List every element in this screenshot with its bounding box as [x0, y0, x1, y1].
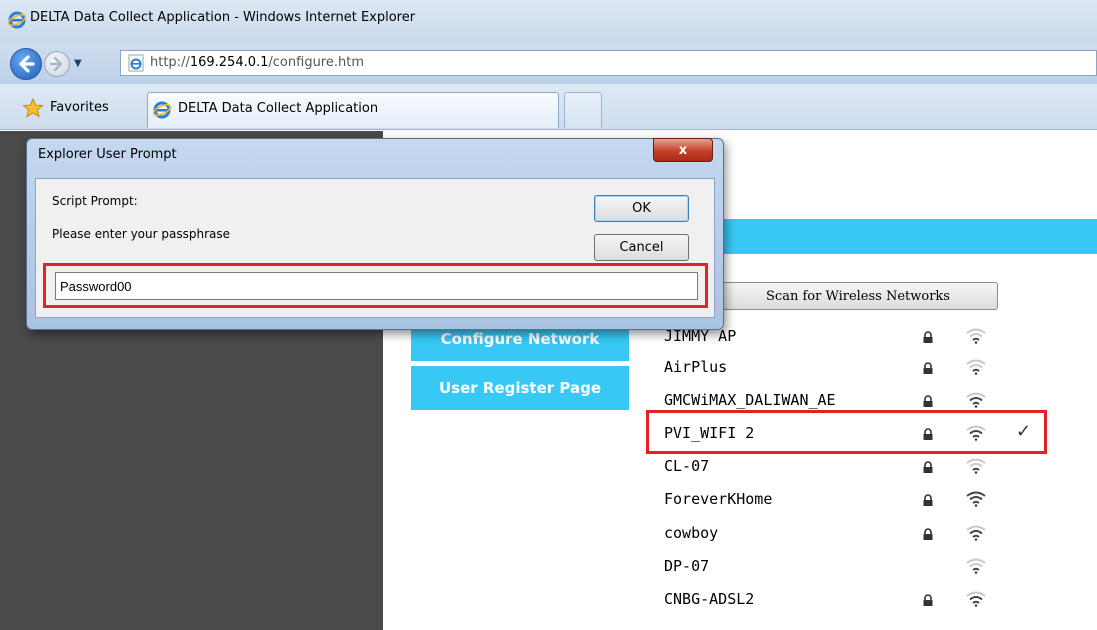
network-name[interactable]: CNBG-ADSL2	[664, 590, 754, 608]
forward-button[interactable]	[44, 51, 70, 77]
scan-wireless-networks-button[interactable]: Scan for Wireless Networks	[718, 282, 998, 310]
tab-ie-icon	[153, 101, 171, 119]
network-name[interactable]: CL-07	[664, 457, 709, 475]
wifi-signal-icon	[966, 458, 986, 474]
wifi-signal-icon	[966, 525, 986, 541]
dialog-title: Explorer User Prompt	[38, 147, 177, 162]
url-prefix: http://	[150, 55, 190, 70]
lock-icon	[923, 594, 933, 606]
url-text[interactable]: http://169.254.0.1/configure.htm	[150, 55, 364, 70]
back-arrow-icon	[19, 55, 35, 73]
lock-icon	[923, 528, 933, 540]
lock-icon	[923, 331, 933, 343]
network-name[interactable]: ForeverKHome	[664, 490, 772, 508]
network-name[interactable]: AirPlus	[664, 358, 727, 376]
wifi-signal-icon	[966, 491, 986, 507]
favorites-button[interactable]: Favorites	[50, 100, 109, 115]
lock-icon	[923, 395, 933, 407]
lock-icon	[923, 461, 933, 473]
history-dropdown-icon[interactable]: ▼	[74, 58, 82, 69]
dialog-heading: Script Prompt:	[52, 194, 138, 208]
dialog-close-button[interactable]: x	[653, 138, 713, 162]
window-title: DELTA Data Collect Application - Windows…	[30, 10, 416, 25]
page-icon	[128, 54, 144, 72]
tab-label: DELTA Data Collect Application	[178, 101, 379, 116]
wifi-signal-icon	[966, 591, 986, 607]
network-name[interactable]: cowboy	[664, 524, 718, 542]
ok-button[interactable]: OK	[594, 195, 689, 222]
back-button[interactable]	[10, 48, 42, 80]
wifi-signal-icon	[966, 359, 986, 375]
cancel-button[interactable]: Cancel	[594, 234, 689, 261]
network-name[interactable]: GMCWiMAX_DALIWAN_AE	[664, 391, 836, 409]
wifi-signal-icon	[966, 558, 986, 574]
lock-icon	[923, 494, 933, 506]
wifi-signal-icon	[966, 392, 986, 408]
ie-logo-icon	[8, 11, 26, 29]
url-path: /configure.htm	[268, 55, 364, 70]
url-host: 169.254.0.1	[189, 55, 269, 70]
lock-icon	[923, 362, 933, 374]
dialog-message: Please enter your passphrase	[52, 227, 230, 241]
nav-user-register-page[interactable]: User Register Page	[411, 366, 629, 410]
forward-arrow-icon	[49, 56, 63, 72]
favorites-star-icon[interactable]	[22, 98, 44, 118]
selected-network-highlight	[646, 410, 1047, 454]
wifi-signal-icon	[966, 328, 986, 344]
network-name[interactable]: DP-07	[664, 557, 709, 575]
new-tab-button[interactable]	[564, 92, 602, 128]
input-highlight	[43, 263, 708, 308]
